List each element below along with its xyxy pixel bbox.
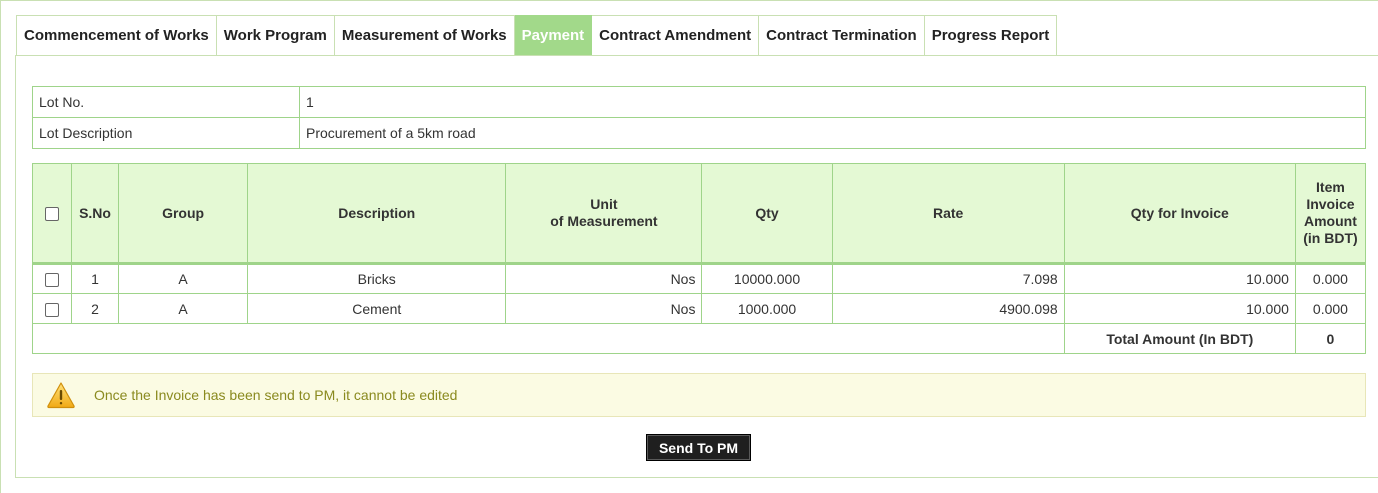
header-sno: S.No: [71, 163, 120, 264]
payment-items-table: S.No Group Description Unit of Measureme…: [31, 163, 1367, 354]
lot-info-table: Lot No. 1 Lot Description Procurement of…: [32, 86, 1366, 149]
header-qty: Qty: [701, 163, 833, 264]
cell-group: A: [118, 293, 249, 324]
row-checkbox[interactable]: [45, 273, 59, 288]
cell-description: Cement: [247, 293, 507, 324]
cell-unit: Nos: [505, 293, 703, 324]
row-select-cell: [31, 263, 73, 294]
row-checkbox[interactable]: [45, 302, 59, 317]
cell-qty-for-invoice: 10.000: [1063, 263, 1296, 294]
cell-item-invoice-amount: 0.000: [1294, 293, 1367, 324]
select-all-header: [31, 163, 73, 264]
table-row: 1 A Bricks Nos 10000.000 7.098 10.000 0.…: [31, 263, 1367, 294]
total-row: Total Amount (In BDT) 0: [32, 323, 1367, 354]
tab-contract-amendment[interactable]: Contract Amendment: [592, 15, 760, 56]
row-select-cell: [31, 293, 73, 324]
cell-qty-for-invoice: 10.000: [1063, 293, 1296, 324]
cell-description: Bricks: [247, 263, 507, 294]
lot-no-value: 1: [299, 86, 1366, 118]
cell-rate: 7.098: [831, 263, 1065, 294]
total-spacer-cell: [32, 323, 1065, 354]
select-all-checkbox[interactable]: [45, 206, 59, 221]
cell-sno: 1: [71, 263, 120, 294]
tab-payment[interactable]: Payment: [514, 15, 593, 56]
lot-description-value: Procurement of a 5km road: [299, 117, 1366, 149]
cell-group: A: [118, 263, 249, 294]
tab-commencement-of-works[interactable]: Commencement of Works: [16, 15, 217, 56]
header-unit-line1: Unit: [590, 196, 618, 212]
lot-description-label: Lot Description: [32, 117, 300, 149]
cell-qty: 1000.000: [701, 293, 833, 324]
lot-description-row: Lot Description Procurement of a 5km roa…: [32, 117, 1366, 149]
header-unit-line2: of Measurement: [550, 213, 658, 229]
table-row: 2 A Cement Nos 1000.000 4900.098 10.000 …: [31, 293, 1367, 324]
cell-qty: 10000.000: [701, 263, 833, 294]
tab-progress-report[interactable]: Progress Report: [924, 15, 1058, 56]
lot-no-label: Lot No.: [32, 86, 300, 118]
header-description: Description: [247, 163, 507, 264]
cell-rate: 4900.098: [831, 293, 1065, 324]
tab-work-program[interactable]: Work Program: [216, 15, 335, 56]
header-item-invoice-amount: Item Invoice Amount (in BDT): [1294, 163, 1367, 264]
invoice-notice: Once the Invoice has been send to PM, it…: [32, 373, 1366, 417]
cell-sno: 2: [71, 293, 120, 324]
tab-measurement-of-works[interactable]: Measurement of Works: [334, 15, 515, 56]
send-to-pm-button[interactable]: Send To PM: [646, 434, 751, 461]
cell-item-invoice-amount: 0.000: [1294, 263, 1367, 294]
tab-contract-termination[interactable]: Contract Termination: [759, 15, 925, 56]
tab-bar: Commencement of Works Work Program Measu…: [16, 15, 1058, 56]
total-amount-value: 0: [1294, 323, 1367, 354]
header-unit-of-measurement: Unit of Measurement: [505, 163, 703, 264]
warning-icon: [47, 382, 75, 409]
header-rate: Rate: [831, 163, 1065, 264]
cell-unit: Nos: [505, 263, 703, 294]
table-header-row: S.No Group Description Unit of Measureme…: [31, 163, 1367, 264]
header-group: Group: [118, 163, 249, 264]
total-amount-label: Total Amount (In BDT): [1063, 323, 1296, 354]
header-qty-for-invoice: Qty for Invoice: [1063, 163, 1296, 264]
notice-text: Once the Invoice has been send to PM, it…: [94, 387, 458, 403]
lot-no-row: Lot No. 1: [32, 86, 1366, 118]
